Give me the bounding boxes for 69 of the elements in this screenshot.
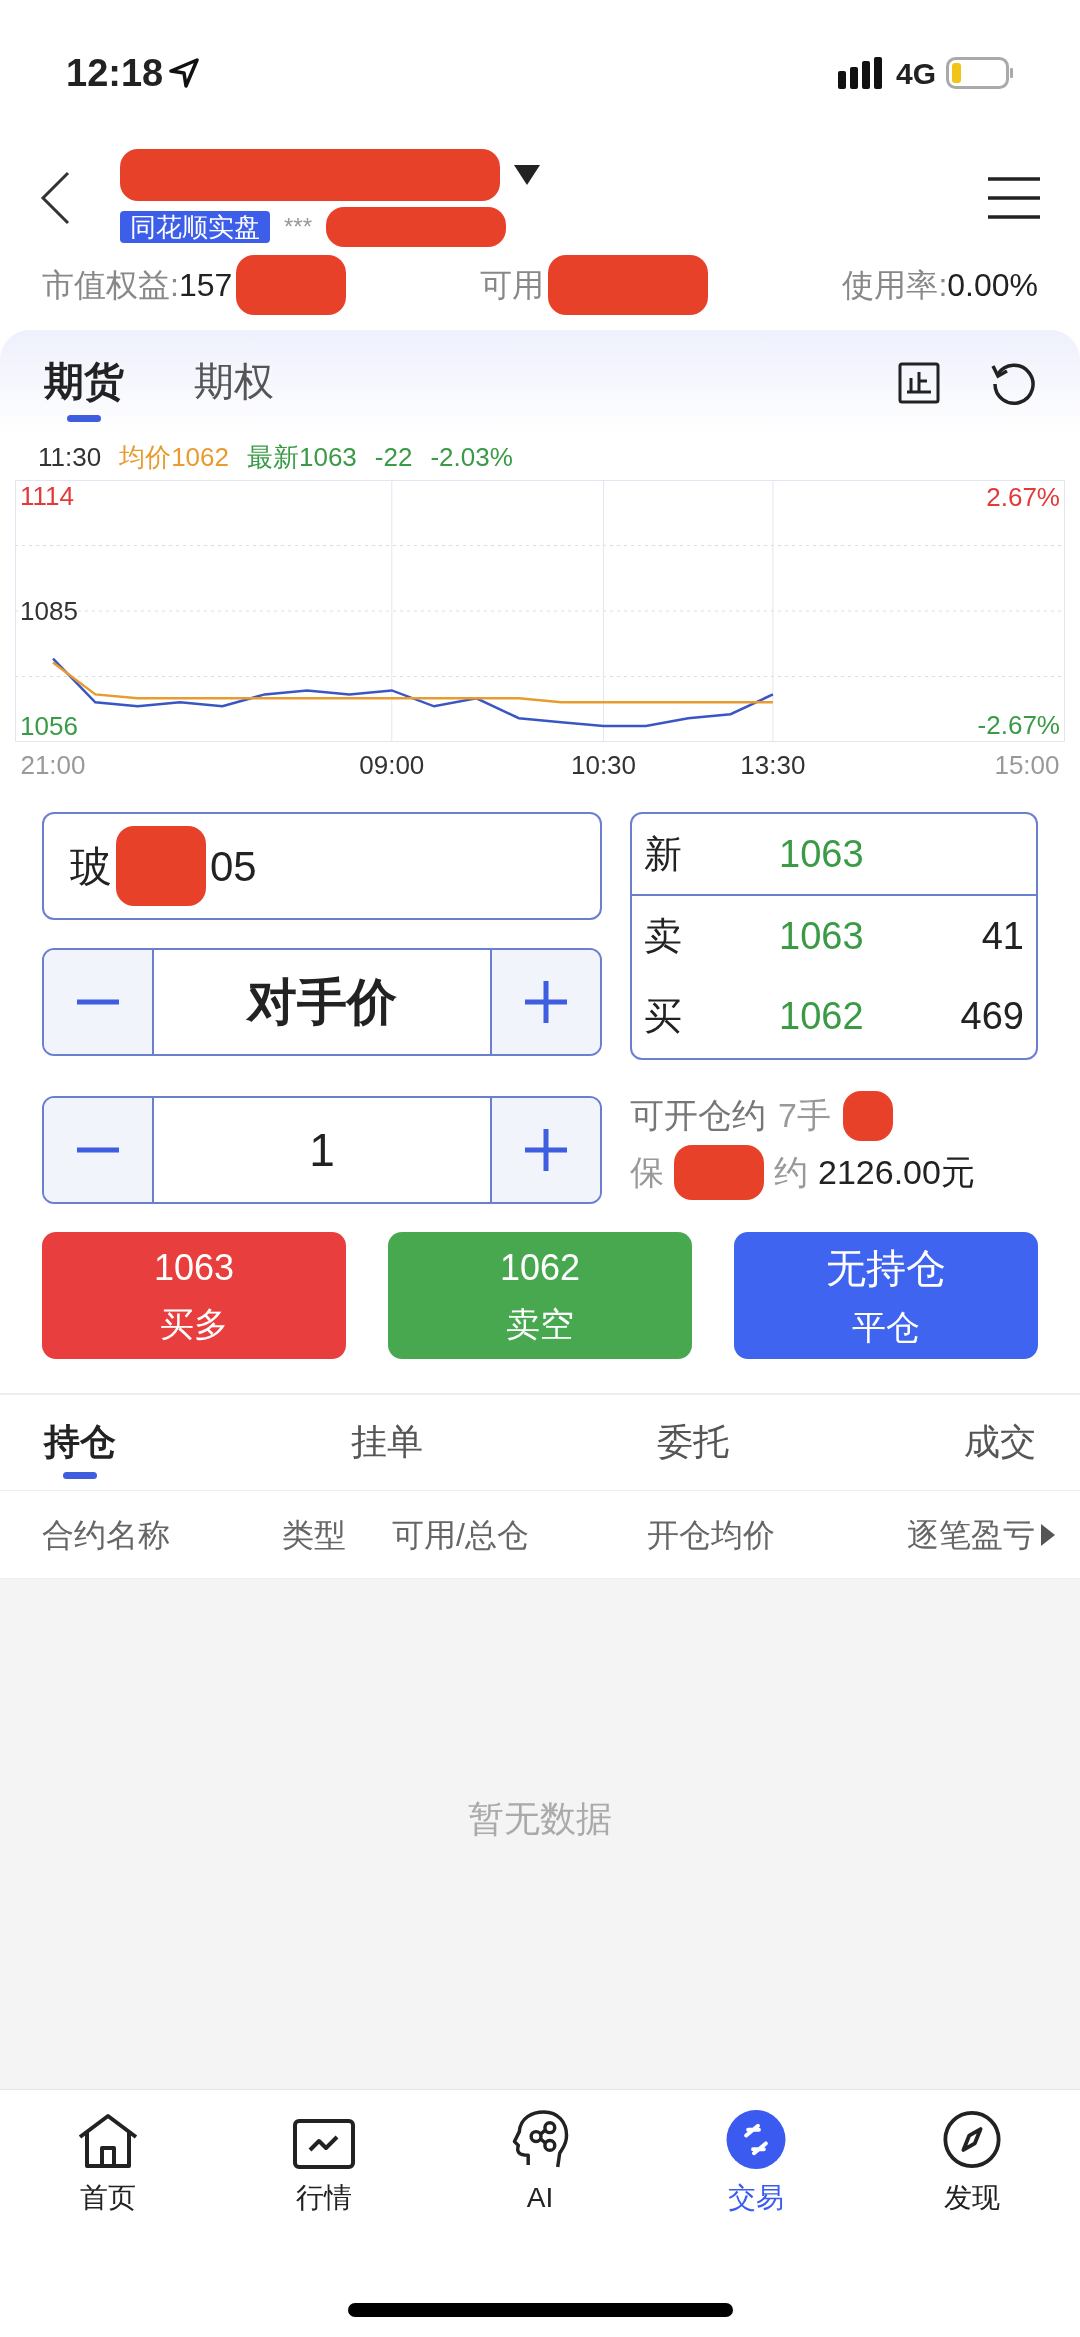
status-time: 12:18 [66,50,164,96]
quote-price: 1063 [779,913,864,959]
price-change: -22 [374,441,413,474]
axis-label: 15:00 [993,750,1061,780]
column-header: 合约名称 [42,1515,171,1555]
menu-icon[interactable] [988,175,1040,220]
battery-icon [946,57,1014,89]
chart-time: 11:30 [38,441,102,474]
summary-value: 0.00% [947,266,1038,305]
quote-volume: 469 [960,993,1024,1039]
stop-order-icon[interactable] [898,361,940,404]
average-price: 均价1062 [119,441,229,474]
product-tab[interactable]: 期权 [194,343,274,422]
contract-field[interactable]: 玻 05 [42,812,602,920]
column-header: 类型 [282,1515,347,1555]
back-icon[interactable] [40,170,70,225]
home-icon [77,2113,139,2169]
column-header: 逐笔盈亏 [907,1515,1035,1555]
scroll-right-icon[interactable] [1041,1523,1055,1546]
dropdown-caret-icon[interactable] [514,164,540,185]
margin-value: 2126.00元 [818,1152,975,1193]
compass-icon [941,2110,1003,2169]
latest-price: 最新1063 [247,441,357,474]
quote-label: 卖 [644,913,683,959]
exchange-icon [726,2110,786,2169]
axis-label: 10:30 [569,750,638,780]
order-button[interactable]: 1063 买多 [42,1232,346,1359]
chart-icon [293,2119,355,2169]
summary-label: 可用 [480,266,545,305]
position-tab[interactable]: 持仓 [44,1406,116,1479]
axis-label: 09:00 [358,750,426,780]
axis-label: 21:00 [19,750,87,780]
position-tab[interactable]: 成交 [963,1406,1036,1479]
position-tab[interactable]: 委托 [657,1406,730,1479]
product-tab[interactable]: 期货 [44,343,124,422]
column-header: 开仓均价 [647,1515,776,1555]
quote-price: 1062 [779,993,864,1039]
quote-label: 新 [644,831,683,877]
margin-label: 保 [630,1152,664,1193]
order-button[interactable]: 无持仓 平仓 [734,1232,1038,1359]
quote-price: 1063 [779,831,864,877]
summary-label: 使用率: [842,266,948,305]
location-arrow-icon [169,58,200,88]
account-badge: 同花顺实盘 [120,210,270,243]
empty-message: 暂无数据 [468,1797,612,1841]
axis-label: 2.67% [986,482,1060,512]
contract-name: 05 [210,841,257,892]
summary-label: 市值权益: [42,266,179,305]
column-header: 可用/总仓 [392,1515,530,1555]
axis-label: 13:30 [739,750,807,780]
network-label: 4G [895,55,936,92]
summary-value: 157 [178,266,233,305]
head-network-icon [510,2110,570,2169]
nav-tab[interactable]: 发现 [864,2090,1080,2219]
quote-volume: 41 [981,913,1024,959]
nav-tab[interactable]: AI [432,2090,648,2219]
price-change-percent: -2.03% [430,441,513,474]
contract-name: 玻 [70,841,112,892]
open-capacity-value: 7手 [778,1095,831,1136]
nav-tab[interactable]: 交易 [648,2090,864,2219]
position-tab[interactable]: 挂单 [350,1406,423,1479]
nav-tab[interactable]: 行情 [216,2090,432,2219]
redaction-mark [842,1090,893,1141]
masked-account: *** [284,211,313,242]
nav-tab[interactable]: 首页 [0,2090,216,2219]
open-capacity-label: 可开仓约 [630,1095,766,1136]
quote-label: 买 [644,993,683,1039]
margin-label: 约 [774,1152,808,1193]
axis-label: -2.67% [977,710,1060,740]
